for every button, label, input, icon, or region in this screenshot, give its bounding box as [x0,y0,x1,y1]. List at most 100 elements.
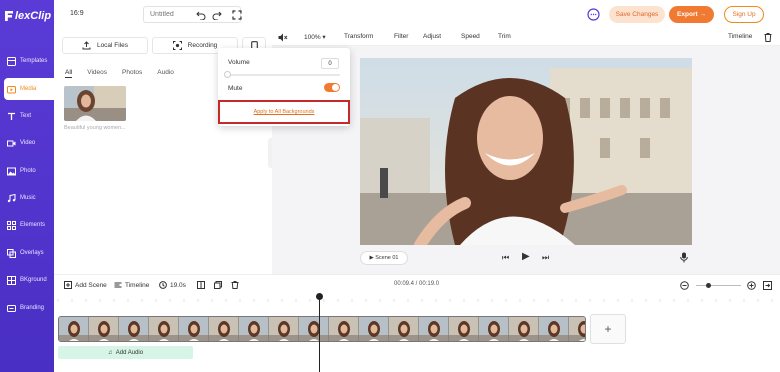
redo-icon[interactable] [211,9,223,21]
volume-slider[interactable] [228,74,340,76]
duplicate-icon[interactable] [214,281,222,289]
delete-icon[interactable] [764,33,772,44]
zoom-value: 100% [304,34,321,41]
clip-frame [509,317,539,341]
sidebar-item-label: BKground [20,277,47,283]
video-frame-image [360,58,692,245]
sidebar-item-label: Media [20,86,37,92]
media-thumbnail[interactable] [64,86,126,121]
upload-icon [82,41,91,50]
fit-timeline-icon[interactable] [763,281,772,290]
zoom-in-icon[interactable] [747,281,756,290]
play-icon[interactable]: ▶ [522,251,530,262]
fullscreen-icon[interactable] [231,9,243,21]
sidebar-item-video[interactable]: Video [0,132,54,154]
timeline-zoom-slider[interactable] [696,285,741,286]
local-files-button[interactable]: Local Files [62,37,148,54]
trim-button[interactable]: Trim [498,33,511,40]
sidebar-item-music[interactable]: Music [0,187,54,209]
sidebar-item-overlays[interactable]: Overlays [0,242,54,264]
sidebar-item-photo[interactable]: Photo [0,160,54,182]
add-scene-button[interactable]: Add Scene [64,281,107,289]
sidebar-item-elements[interactable]: Elements [0,214,54,236]
timeline-toggle[interactable]: Timeline [728,33,752,40]
playhead-handle[interactable] [316,293,323,300]
clip-frame [59,317,89,341]
clip-frame [149,317,179,341]
timeline-view-button[interactable]: Timeline [114,281,149,289]
filter-button[interactable]: Filter [394,33,408,40]
sidebar-item-label: Photo [20,168,36,174]
background-icon [6,275,16,285]
add-scene-icon [64,281,72,289]
add-audio-label: Add Audio [115,349,144,356]
split-icon[interactable] [197,281,205,289]
project-title-input[interactable] [143,6,241,23]
export-button[interactable]: Export → [669,6,714,23]
volume-icon[interactable] [278,33,288,44]
volume-slider-handle[interactable] [224,71,231,78]
templates-icon [6,56,16,66]
apply-to-all-backgrounds-link[interactable]: Apply to All Backgrounds [218,100,350,124]
sidebar-item-label: Elements [20,222,46,228]
plus-icon: + [604,322,612,336]
sidebar-item-text[interactable]: Text [0,105,54,127]
sign-up-button[interactable]: Sign Up [724,6,764,23]
transform-button[interactable]: Transform [344,33,373,40]
tab-videos[interactable]: Videos [87,69,107,78]
playhead[interactable] [319,294,320,372]
duration-value: 19.0s [170,281,186,289]
volume-popup: Volume 0 Mute Apply to All Backgrounds [218,48,350,126]
sidebar-item-bkground[interactable]: BKground [0,269,54,291]
record-icon [172,41,182,50]
scene-selector[interactable]: ▶ Scene 01 [360,251,408,265]
clip-frame [209,317,239,341]
clip-frame [569,317,585,341]
timeline-area: + ♫ Add Audio [54,293,780,372]
volume-value-input[interactable]: 0 [321,58,339,69]
chevron-down-icon: ▾ [320,34,326,41]
speed-button[interactable]: Speed [461,33,480,40]
delete-scene-icon[interactable] [231,281,239,289]
video-icon [6,138,16,148]
save-changes-button[interactable]: Save Changes [609,6,665,23]
sidebar-item-templates[interactable]: Templates [0,50,54,72]
thumbnail-image [64,86,126,121]
clip-frame [269,317,299,341]
app-logo[interactable]: lexClip [4,9,51,23]
undo-icon[interactable] [195,9,207,21]
edit-toolbar: 100% ▾ Transform Filter Adjust Speed Tri… [272,30,780,46]
mute-toggle[interactable] [324,83,340,92]
thumbnail-caption: Beautiful young women... [64,125,126,131]
photo-icon [6,166,16,176]
add-audio-button[interactable]: ♫ Add Audio [58,346,193,359]
sidebar-item-label: Video [20,140,36,146]
video-clip-track[interactable] [58,316,586,342]
next-icon[interactable]: ⏭ [542,253,549,263]
text-icon [6,111,16,121]
clip-frame [89,317,119,341]
aspect-ratio-selector[interactable]: 16:9 [70,10,84,17]
tab-audio[interactable]: Audio [157,69,174,78]
microphone-icon[interactable] [680,252,688,265]
top-bar: 16:9 Save Changes Export → Sign Up [54,0,780,30]
tab-photos[interactable]: Photos [122,69,142,78]
clip-frame [359,317,389,341]
sidebar-item-label: Overlays [20,250,44,256]
sidebar-item-media[interactable]: Media [4,78,54,100]
duration-display[interactable]: 19.0s [159,281,186,289]
clock-icon [159,281,167,289]
chat-support-icon[interactable] [587,8,600,21]
previous-icon[interactable]: ⏮ [502,253,509,263]
sidebar-item-branding[interactable]: Branding [0,297,54,319]
sidebar-item-label: Text [20,113,32,119]
zoom-dropdown[interactable]: 100% ▾ [304,33,326,41]
timeline-zoom-handle[interactable] [706,283,711,288]
tab-all[interactable]: All [65,69,73,78]
adjust-button[interactable]: Adjust [423,33,441,40]
video-preview[interactable] [360,58,692,245]
zoom-out-icon[interactable] [680,281,689,290]
clip-frame [389,317,419,341]
add-scene-plus-button[interactable]: + [590,314,626,344]
playback-timecode: 00:09.4 / 00:19.0 [394,281,440,287]
